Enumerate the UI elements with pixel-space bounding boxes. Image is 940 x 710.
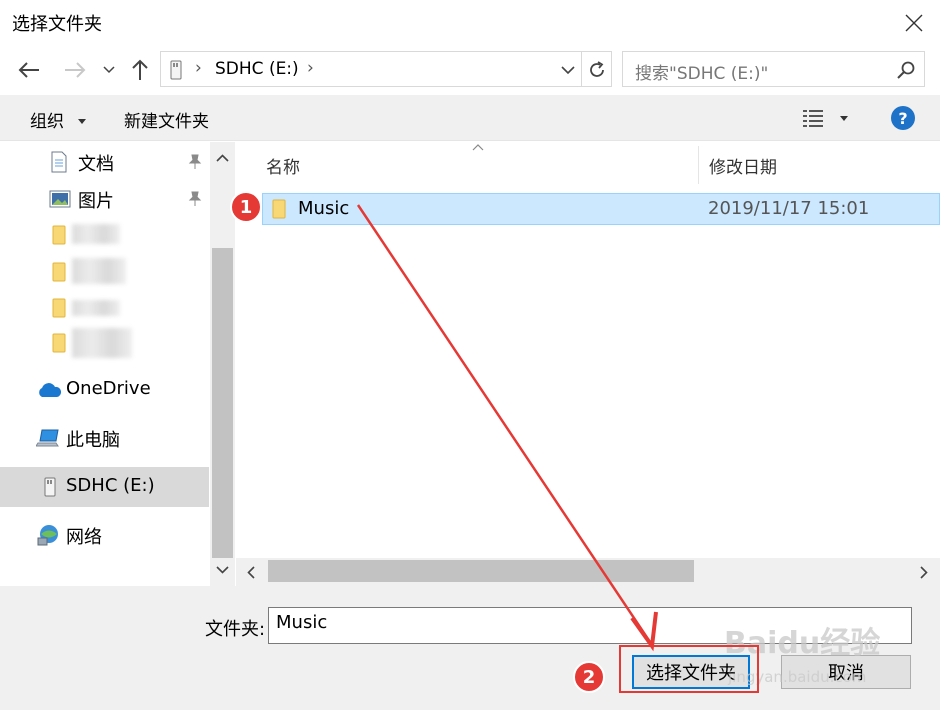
sidebar-item-pictures[interactable]: 图片 [0, 179, 209, 219]
redacted-label [72, 224, 120, 244]
sidebar-item-sdhc[interactable]: SDHC (E:) [0, 467, 209, 507]
arrow-right-icon [65, 62, 86, 78]
chevron-down-icon[interactable] [561, 66, 575, 75]
scroll-right-icon[interactable] [920, 566, 928, 579]
pin-icon[interactable] [188, 154, 202, 170]
view-options-button[interactable] [802, 108, 826, 133]
folder-label: 文件夹: [205, 619, 266, 640]
column-header-name[interactable]: 名称 [266, 153, 300, 178]
sidebar-item-folder[interactable] [0, 215, 209, 255]
network-icon [37, 525, 58, 546]
breadcrumb-separator-end[interactable]: › [307, 58, 314, 78]
column-header-date-modified[interactable]: 修改日期 [709, 153, 777, 178]
help-button[interactable]: ? [891, 106, 915, 130]
arrow-left-icon [18, 62, 39, 78]
step-badge-2: 2 [573, 661, 605, 693]
search-icon[interactable] [896, 60, 916, 80]
sidebar-item-label: SDHC (E:) [66, 475, 155, 496]
sidebar-scroll-thumb[interactable] [212, 248, 233, 558]
document-icon [51, 151, 67, 173]
folder-icon [52, 298, 66, 318]
folder-icon [52, 225, 66, 245]
sidebar-item-folder[interactable] [0, 252, 209, 292]
column-divider[interactable] [698, 146, 699, 184]
computer-icon [36, 429, 59, 447]
sidebar-item-label: 此电脑 [66, 430, 120, 451]
cloud-icon [39, 383, 62, 397]
up-button[interactable] [127, 56, 153, 84]
window-title: 选择文件夹 [12, 14, 102, 35]
sd-card-icon [170, 60, 182, 80]
redacted-label [72, 328, 132, 358]
sidebar-item-label: 网络 [66, 527, 102, 548]
file-name: Music [298, 198, 350, 219]
search-box[interactable]: 搜索"SDHC (E:)" [622, 51, 925, 87]
sidebar-item-network[interactable]: 网络 [0, 515, 209, 555]
arrow-up-icon [132, 59, 148, 80]
sidebar-item-folder[interactable] [0, 323, 209, 363]
folder-icon [52, 333, 66, 353]
sidebar-item-label: 文档 [78, 154, 114, 175]
redacted-label [72, 300, 120, 316]
navigation-pane: 文档 图片 OneDrive 此电脑 SDHC (E:) 网络 [0, 142, 210, 586]
folder-icon [52, 262, 66, 282]
sort-ascending-icon [472, 144, 484, 151]
recent-locations-button[interactable] [100, 60, 118, 80]
forward-button[interactable] [60, 56, 90, 84]
title-bar: 选择文件夹 [0, 0, 940, 46]
divider [581, 52, 582, 86]
sidebar-item-onedrive[interactable]: OneDrive [0, 370, 209, 410]
sd-card-icon [44, 477, 56, 497]
refresh-icon[interactable] [587, 60, 607, 80]
close-icon [905, 14, 923, 32]
new-folder-button[interactable]: 新建文件夹 [124, 107, 209, 132]
sidebar-item-documents[interactable]: 文档 [0, 142, 209, 182]
chevron-down-icon [103, 66, 115, 74]
file-date-modified: 2019/11/17 15:01 [708, 198, 870, 219]
address-bar[interactable]: › SDHC (E:) › [160, 51, 612, 87]
horizontal-scroll-thumb[interactable] [268, 560, 694, 582]
search-input[interactable]: 搜索"SDHC (E:)" [635, 59, 768, 84]
sidebar-item-this-pc[interactable]: 此电脑 [0, 418, 209, 458]
sidebar-item-label: OneDrive [66, 378, 151, 399]
pin-icon[interactable] [188, 191, 202, 207]
sidebar-item-label: 图片 [78, 191, 114, 212]
caret-down-icon [78, 119, 87, 124]
redacted-label [72, 258, 126, 284]
highlight-box [619, 645, 759, 693]
organize-label: 组织 [30, 112, 64, 132]
scroll-left-icon[interactable] [247, 566, 255, 579]
folder-icon [272, 199, 286, 219]
picture-icon [49, 190, 71, 208]
details-view-icon [803, 110, 823, 127]
scroll-up-icon[interactable] [216, 154, 229, 162]
sidebar-item-folder[interactable] [0, 288, 209, 328]
step-badge-1: 1 [230, 191, 262, 223]
caret-down-icon[interactable] [839, 116, 849, 122]
breadcrumb-separator: › [195, 58, 202, 78]
back-button[interactable] [14, 56, 44, 84]
close-button[interactable] [894, 6, 934, 40]
breadcrumb-location[interactable]: SDHC (E:) [215, 59, 299, 79]
scroll-down-icon[interactable] [216, 566, 229, 574]
organize-button[interactable]: 组织 [30, 107, 87, 132]
command-toolbar: 组织 新建文件夹 ? [0, 95, 940, 141]
